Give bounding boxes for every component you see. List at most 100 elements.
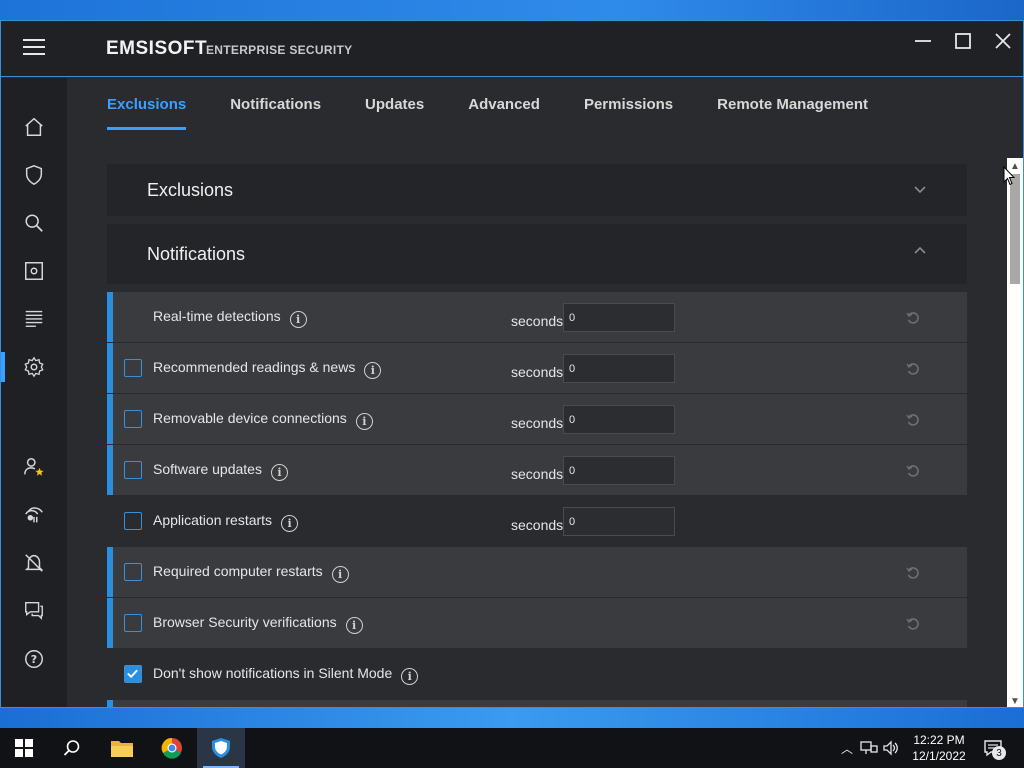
product-name: ENTERPRISE SECURITY (206, 43, 353, 57)
row-label: Don't show notifications in Silent Mode i (153, 665, 419, 685)
checkbox[interactable] (124, 614, 142, 632)
clock-time: 12:22 PM (913, 733, 965, 747)
nav-quarantine[interactable] (1, 251, 67, 291)
desktop-background (0, 708, 1024, 728)
network-icon[interactable] (860, 740, 878, 756)
reset-icon[interactable] (905, 412, 921, 428)
modified-indicator (107, 700, 113, 707)
notification-row-partial (107, 700, 967, 707)
volume-icon[interactable] (882, 740, 900, 756)
chrome-button[interactable] (148, 728, 196, 768)
mouse-cursor-icon (1003, 166, 1015, 186)
user-star-icon (24, 458, 44, 476)
scroll-down-icon[interactable]: ▼ (1007, 693, 1023, 707)
modified-indicator (107, 547, 113, 597)
nav-help[interactable]: ? (1, 639, 67, 679)
notification-row: Application restarts i seconds (107, 496, 967, 547)
exclusions-section-header[interactable]: Exclusions (107, 164, 967, 216)
clock-date: 12/1/2022 (912, 749, 966, 763)
tab-notifications[interactable]: Notifications (230, 96, 321, 130)
bell-off-icon (24, 554, 44, 572)
tab-advanced[interactable]: Advanced (468, 96, 540, 130)
nav-account[interactable] (1, 447, 67, 487)
seconds-label: seconds (511, 364, 564, 380)
emsisoft-icon (212, 738, 230, 758)
reset-icon[interactable] (905, 616, 921, 632)
info-icon[interactable]: i (270, 464, 288, 481)
modified-indicator (107, 292, 113, 342)
taskbar-clock[interactable]: 12:22 PM 12/1/2022 (906, 732, 972, 764)
hamburger-menu-icon[interactable] (23, 39, 45, 57)
notification-row: Real-time detections i seconds (107, 292, 967, 343)
info-icon[interactable]: i (364, 362, 382, 379)
windows-start-icon (15, 739, 33, 757)
tab-exclusions[interactable]: Exclusions (107, 96, 187, 130)
tab-permissions[interactable]: Permissions (584, 96, 673, 130)
tab-remote-management[interactable]: Remote Management (717, 96, 868, 130)
nav-remote[interactable] (1, 495, 67, 535)
tab-bar: Exclusions Notifications Updates Advance… (107, 96, 912, 130)
info-icon[interactable]: i (355, 413, 373, 430)
main-content: Exclusions Notifications Updates Advance… (67, 78, 1023, 707)
checkbox[interactable] (124, 410, 142, 428)
reset-icon[interactable] (905, 361, 921, 377)
nav-logs[interactable] (1, 298, 67, 338)
chevron-up-icon[interactable]: ︿ (838, 740, 856, 757)
app-window: EMSISOFT ENTERPRISE SECURITY ? Exclusion… (0, 20, 1024, 708)
seconds-input[interactable] (563, 354, 675, 383)
reset-icon[interactable] (905, 463, 921, 479)
reset-icon[interactable] (905, 565, 921, 581)
nav-scan[interactable] (1, 203, 67, 243)
system-tray: ︿ (838, 728, 900, 768)
nav-messages[interactable] (1, 590, 67, 630)
svg-text:?: ? (31, 653, 37, 666)
brand-logo: EMSISOFT (106, 38, 208, 59)
title-bar: EMSISOFT ENTERPRISE SECURITY (1, 21, 1023, 77)
notification-row: Recommended readings & news i seconds (107, 343, 967, 394)
info-icon[interactable]: i (401, 668, 419, 685)
seconds-input[interactable] (563, 456, 675, 485)
logs-icon (25, 310, 43, 327)
info-icon[interactable]: i (289, 311, 307, 328)
reset-icon[interactable] (905, 310, 921, 326)
row-label: Removable device connections i (153, 410, 373, 430)
nav-home[interactable] (1, 107, 67, 147)
maximize-icon[interactable] (943, 21, 983, 61)
seconds-input[interactable] (563, 507, 675, 536)
start-button[interactable] (0, 728, 48, 768)
scrollbar-thumb[interactable] (1010, 174, 1020, 284)
info-icon[interactable]: i (331, 566, 349, 583)
nav-notifications[interactable] (1, 543, 67, 583)
seconds-input[interactable] (563, 405, 675, 434)
chat-icon (25, 601, 43, 620)
nav-settings[interactable] (1, 347, 67, 387)
checkbox[interactable] (124, 512, 142, 530)
checkbox-checked[interactable] (124, 665, 142, 683)
checkbox[interactable] (124, 359, 142, 377)
shield-icon (25, 165, 43, 185)
notification-row: Required computer restarts i (107, 547, 967, 598)
info-icon[interactable]: i (345, 617, 363, 634)
home-icon (25, 117, 43, 136)
taskbar-search-button[interactable] (48, 728, 96, 768)
side-navigation: ? (1, 78, 67, 707)
nav-protection[interactable] (1, 155, 67, 195)
row-label: Browser Security verifications i (153, 614, 363, 634)
minimize-icon[interactable] (903, 21, 943, 61)
section-title: Exclusions (147, 179, 234, 200)
emsisoft-taskbar-button[interactable] (197, 728, 245, 768)
gear-icon (24, 356, 44, 378)
checkbox[interactable] (124, 563, 142, 581)
notifications-section-header[interactable]: Notifications (107, 224, 967, 284)
seconds-input[interactable] (563, 303, 675, 332)
file-explorer-button[interactable] (98, 728, 146, 768)
modified-indicator (107, 394, 113, 444)
info-icon[interactable]: i (281, 515, 299, 532)
vertical-scrollbar[interactable]: ▲ ▼ (1007, 158, 1023, 707)
settings-panel: Exclusions Notifications Real-time detec… (107, 164, 967, 707)
close-icon[interactable] (983, 21, 1023, 61)
checkbox[interactable] (124, 461, 142, 479)
tab-updates[interactable]: Updates (365, 96, 424, 130)
seconds-label: seconds (511, 313, 564, 329)
seconds-label: seconds (511, 415, 564, 431)
